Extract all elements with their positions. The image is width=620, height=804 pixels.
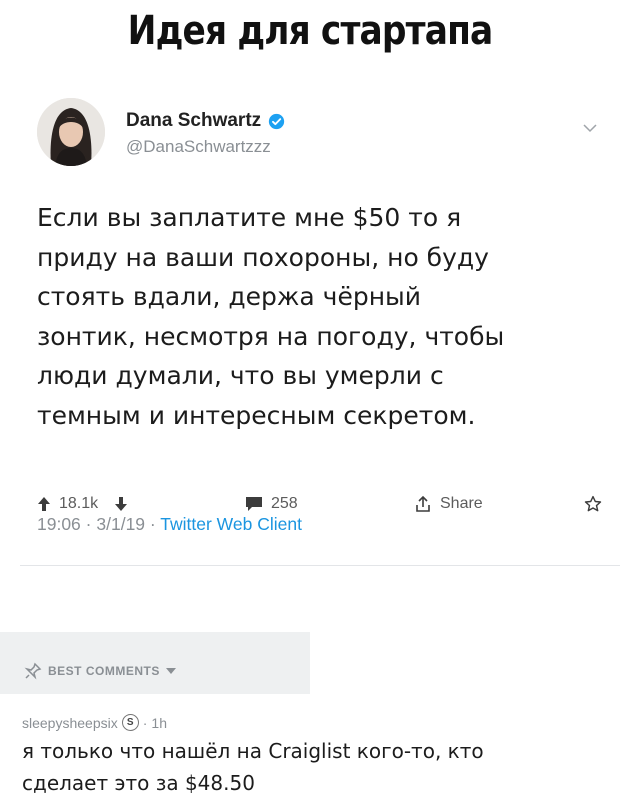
comment-username[interactable]: sleepysheepsix	[22, 715, 118, 731]
vote-group: 18.1k	[37, 495, 128, 513]
tweet-text-line: зонтик, несмотря на погоду, чтобы	[37, 321, 505, 351]
tweet-text-line: темным и интересным секретом.	[37, 400, 476, 430]
meme-title: Идея для стартапа	[127, 8, 494, 54]
verified-badge-icon	[269, 113, 285, 129]
downvote-arrow-icon[interactable]	[114, 496, 128, 512]
comment-text: я только что нашёл на Craiglist кого-то,…	[22, 735, 602, 799]
comment-meta: sleepysheepsix S · 1h	[22, 714, 167, 731]
comment-age: 1h	[151, 714, 167, 731]
thumbtack-icon	[24, 662, 42, 680]
avatar[interactable]	[37, 98, 105, 166]
share-button[interactable]: Share	[414, 495, 483, 513]
share-icon	[416, 495, 430, 512]
share-label: Share	[440, 495, 483, 512]
chevron-down-icon[interactable]	[582, 120, 598, 136]
author-handle[interactable]: @DanaSchwartzzz	[126, 137, 285, 157]
star-icon	[584, 495, 602, 512]
upvote-count: 18.1k	[59, 495, 99, 512]
author-name[interactable]: Dana Schwartz	[126, 110, 261, 132]
upvote-arrow-icon[interactable]	[37, 496, 51, 512]
divider	[20, 565, 620, 566]
tweet-text-line: приду на ваши похороны, но буду	[37, 242, 489, 272]
comment-icon	[246, 497, 262, 511]
best-comments-label: BEST COMMENTS	[48, 664, 160, 678]
comment-count: 258	[271, 495, 298, 512]
tweet-text-line: Если вы заплатите мне $50 то я	[37, 203, 462, 232]
user-badge-icon: S	[121, 714, 139, 731]
comment-separator: ·	[142, 714, 148, 731]
save-button[interactable]	[584, 495, 602, 513]
tweet-text: Если вы заплатите мне $50 то я приду на …	[37, 198, 597, 435]
tweet-text-line: люди думали, что вы умерли с	[37, 361, 444, 390]
tweet-card: Dana Schwartz @DanaSchwartzzz Если вы за…	[0, 90, 620, 630]
tweet-text-line: стоять вдали, держа чёрный	[37, 282, 422, 311]
comment-text-line: сделает это за $48.50	[22, 771, 255, 795]
comments-section: BEST COMMENTS sleepysheepsix S · 1h я то…	[0, 632, 620, 804]
action-bar: 18.1k 258 Share	[0, 495, 620, 519]
comment-text-line: я только что нашёл на Craiglist кого-то,…	[22, 739, 484, 763]
caret-down-icon	[165, 668, 176, 674]
comments-button[interactable]: 258	[245, 495, 298, 513]
best-comments-sort[interactable]: BEST COMMENTS	[24, 662, 176, 680]
